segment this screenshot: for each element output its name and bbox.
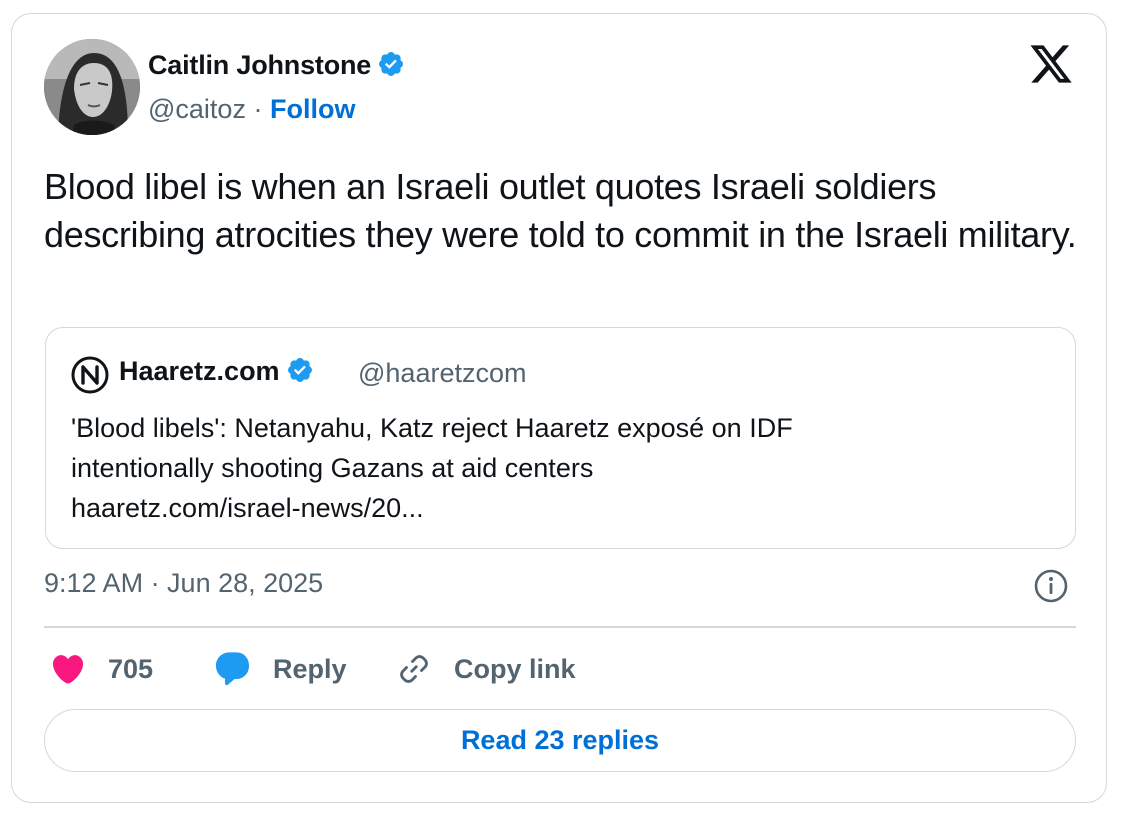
divider xyxy=(44,626,1076,628)
read-replies-label: Read 23 replies xyxy=(460,725,660,755)
tweet-timestamp[interactable]: 9:12 AM · Jun 28, 2025 xyxy=(44,568,323,599)
verified-badge-icon xyxy=(377,50,405,85)
quoted-text-line-2: intentionally shooting Gazans at aid cen… xyxy=(71,453,594,483)
copy-link-label: Copy link xyxy=(454,653,576,684)
like-button[interactable]: 705 xyxy=(50,648,153,690)
author-name[interactable]: Caitlin Johnstone xyxy=(148,50,405,85)
tweet-text: Blood libel is when an Israeli outlet qu… xyxy=(44,166,1077,255)
follow-link[interactable]: Follow xyxy=(270,94,355,124)
author-handle[interactable]: @caitoz xyxy=(148,94,246,124)
link-icon xyxy=(400,655,428,683)
author-name-text: Caitlin Johnstone xyxy=(148,50,372,80)
haaretz-logo-icon xyxy=(71,356,109,394)
avatar[interactable] xyxy=(44,39,140,135)
avatar-portrait xyxy=(44,39,140,135)
info-icon[interactable] xyxy=(1033,568,1069,604)
quoted-link[interactable]: haaretz.com/israel-news/20... xyxy=(71,488,1051,528)
reply-button[interactable]: Reply xyxy=(213,648,347,690)
author-handle-line: @caitoz · Follow xyxy=(148,94,355,125)
copy-link-button[interactable]: Copy link xyxy=(396,648,576,690)
quoted-tweet[interactable]: Haaretz.com @haaretzcom 'Blood libels': … xyxy=(45,327,1076,549)
reply-bubble-icon xyxy=(215,652,250,686)
quoted-author-name: Haaretz.com xyxy=(119,356,314,391)
quoted-tweet-text: 'Blood libels': Netanyahu, Katz reject H… xyxy=(71,408,1051,528)
handle-separator: · xyxy=(253,94,263,124)
heart-icon xyxy=(52,655,84,684)
quoted-author-name-text: Haaretz.com xyxy=(119,356,280,386)
reply-label: Reply xyxy=(273,653,347,684)
quoted-author-handle: @haaretzcom xyxy=(358,358,527,388)
quoted-text-line-1: 'Blood libels': Netanyahu, Katz reject H… xyxy=(71,413,793,443)
read-replies-button[interactable]: Read 23 replies xyxy=(44,709,1076,772)
quoted-verified-badge-icon xyxy=(286,356,314,391)
x-logo-icon[interactable] xyxy=(1028,43,1074,85)
like-count: 705 xyxy=(108,653,154,684)
